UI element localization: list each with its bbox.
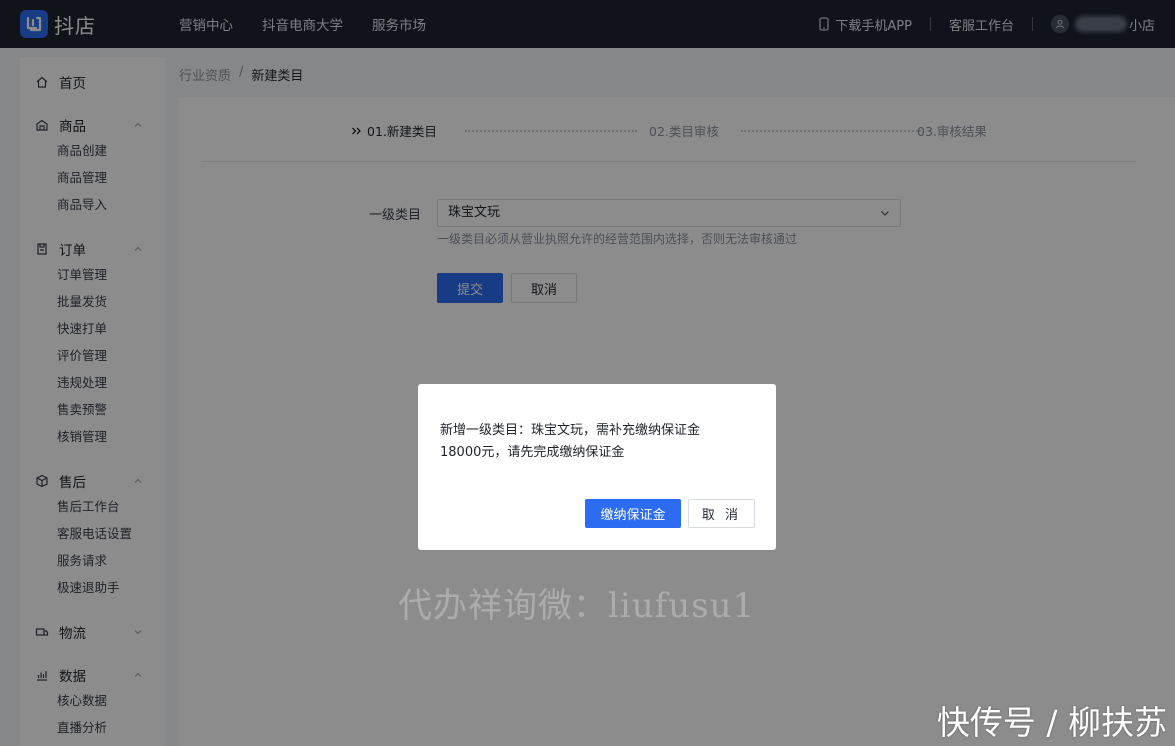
corner-watermark: 快传号 / 柳扶苏 — [936, 703, 1167, 742]
modal-message-line-1: 新增一级类目：珠宝文玩，需补充缴纳保证金 — [440, 423, 701, 438]
modal-overlay[interactable] — [0, 0, 1175, 746]
pay-deposit-button[interactable]: 缴纳保证金 — [585, 499, 681, 528]
modal-message-line-2: 18000元，请先完成缴纳保证金 — [440, 445, 625, 460]
modal-cancel-button[interactable]: 取 消 — [688, 499, 755, 528]
center-watermark: 代办祥询微：liufusu1 — [398, 586, 756, 626]
modal-message: 新增一级类目：珠宝文玩，需补充缴纳保证金 18000元，请先完成缴纳保证金 — [440, 420, 740, 464]
deposit-modal: 新增一级类目：珠宝文玩，需补充缴纳保证金 18000元，请先完成缴纳保证金 缴纳… — [418, 384, 776, 550]
